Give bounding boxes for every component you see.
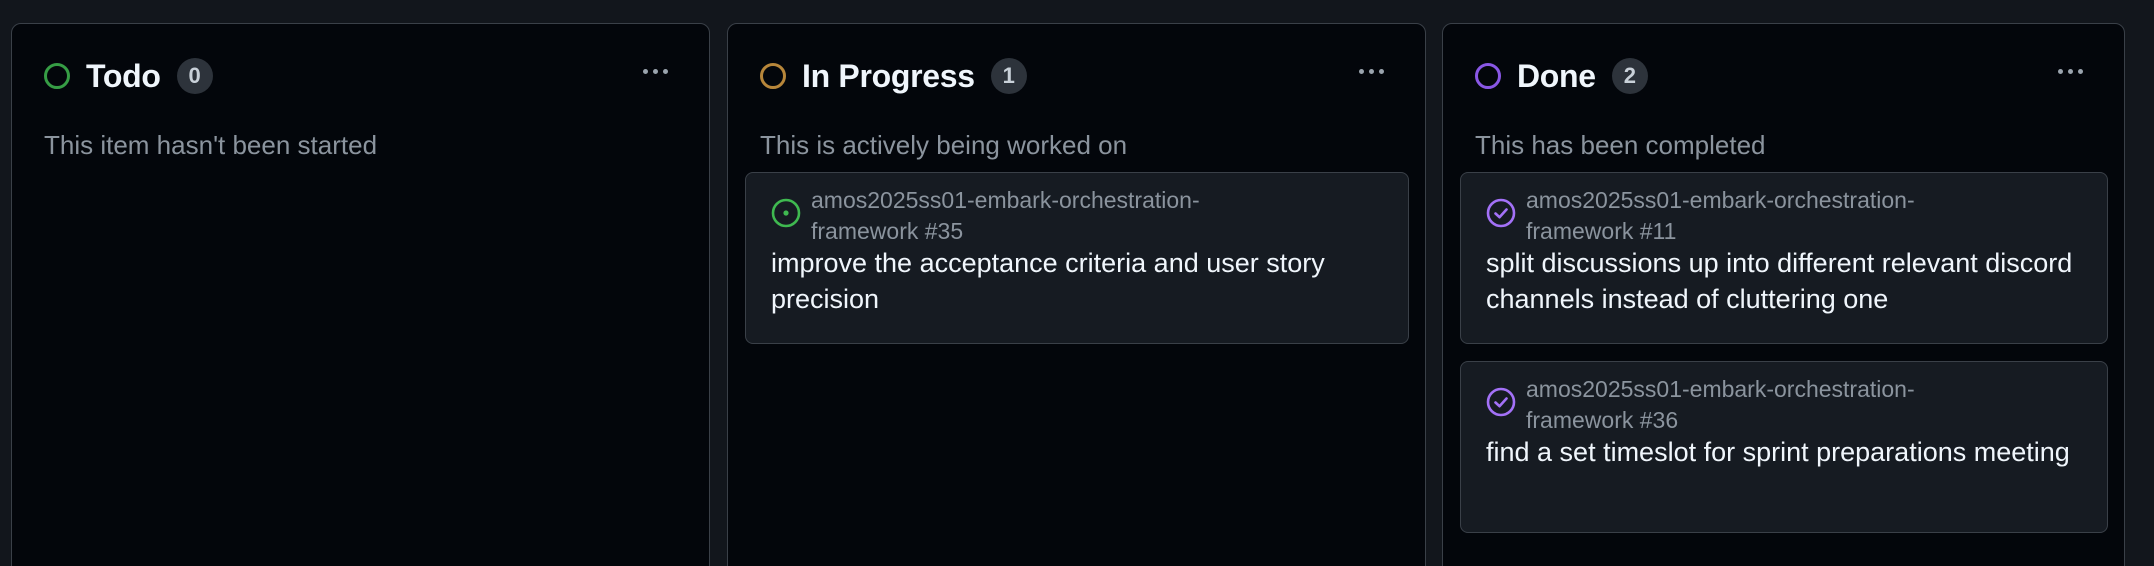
card-list: amos2025ss01-embark-orchestration-framew… xyxy=(1460,172,2108,550)
more-dot-icon xyxy=(642,68,648,74)
column-header: In Progress 1 xyxy=(760,54,1393,98)
more-dot-icon xyxy=(2057,68,2063,74)
issue-closed-icon xyxy=(1486,198,1516,228)
column-in-progress: In Progress 1 This is actively being wor… xyxy=(727,23,1426,566)
issue-title[interactable]: split discussions up into different rele… xyxy=(1486,245,2106,317)
more-dot-icon xyxy=(2077,68,2083,74)
issue-title[interactable]: improve the acceptance criteria and user… xyxy=(771,245,1391,317)
done-status-circle-icon xyxy=(1475,63,1501,89)
column-title: Todo xyxy=(86,57,161,94)
issue-closed-icon xyxy=(1486,387,1516,417)
column-description: This is actively being worked on xyxy=(760,130,1128,160)
more-dot-icon xyxy=(662,68,668,74)
more-dot-icon xyxy=(652,68,658,74)
issue-repo-reference[interactable]: amos2025ss01-embark-orchestration-framew… xyxy=(1526,374,1986,436)
more-dot-icon xyxy=(1378,68,1384,74)
project-board: Todo 0 This item hasn't been started In … xyxy=(0,0,2154,566)
issue-card[interactable]: amos2025ss01-embark-orchestration-framew… xyxy=(1460,172,2108,344)
column-more-options-button[interactable] xyxy=(633,56,677,86)
column-more-options-button[interactable] xyxy=(1349,56,1393,86)
item-count-badge: 1 xyxy=(990,58,1027,94)
in-progress-status-circle-icon xyxy=(760,63,786,89)
column-more-options-button[interactable] xyxy=(2048,56,2092,86)
item-count-badge: 0 xyxy=(176,58,213,94)
column-description: This has been completed xyxy=(1475,130,1766,160)
column-title: In Progress xyxy=(802,57,975,94)
more-dot-icon xyxy=(1358,68,1364,74)
item-count-badge: 2 xyxy=(1611,58,1648,94)
issue-repo-reference[interactable]: amos2025ss01-embark-orchestration-framew… xyxy=(811,185,1271,247)
column-todo: Todo 0 This item hasn't been started xyxy=(11,23,710,566)
issue-card[interactable]: amos2025ss01-embark-orchestration-framew… xyxy=(1460,361,2108,533)
more-dot-icon xyxy=(1368,68,1374,74)
column-done: Done 2 This has been completed amos2025s… xyxy=(1442,23,2125,566)
column-description: This item hasn't been started xyxy=(44,130,378,160)
column-header: Done 2 xyxy=(1475,54,2092,98)
column-title: Done xyxy=(1517,57,1596,94)
card-list: amos2025ss01-embark-orchestration-framew… xyxy=(745,172,1409,361)
issue-repo-reference[interactable]: amos2025ss01-embark-orchestration-framew… xyxy=(1526,185,1986,247)
column-header: Todo 0 xyxy=(44,54,677,98)
issue-open-icon xyxy=(771,198,801,228)
more-dot-icon xyxy=(2067,68,2073,74)
todo-status-circle-icon xyxy=(44,63,70,89)
issue-card[interactable]: amos2025ss01-embark-orchestration-framew… xyxy=(745,172,1409,344)
issue-title[interactable]: find a set timeslot for sprint preparati… xyxy=(1486,434,2106,470)
